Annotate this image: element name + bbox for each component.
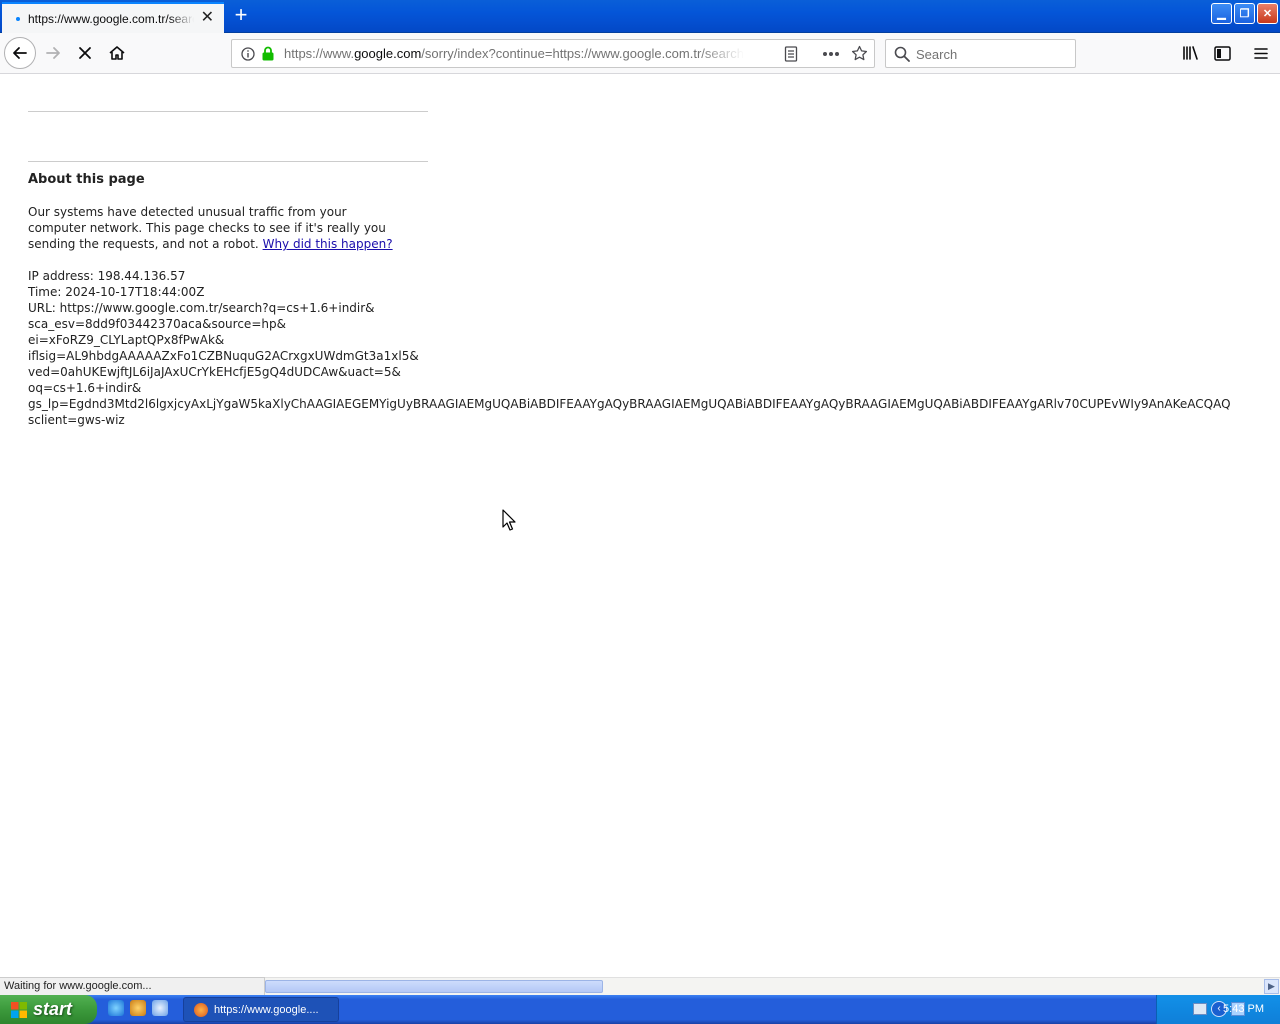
library-button[interactable] [1175, 37, 1207, 69]
page-content: About this page Our systems have detecte… [0, 74, 1280, 977]
url-line: ved=0ahUKEwjftJL6iJaJAxUCrYkEHcfjE5gQ4dU… [28, 365, 401, 379]
request-info: IP address: 198.44.136.57 Time: 2024-10-… [28, 268, 1231, 428]
url-bar[interactable]: https://www.google.com/sorry/index?conti… [231, 39, 875, 68]
status-bar: Waiting for www.google.com... [0, 977, 265, 995]
tab-title: https://www.google.com.tr/search?q=cs+1.… [28, 11, 194, 26]
show-desktop-icon[interactable] [152, 1000, 168, 1016]
clock: 5:43 PM [1223, 1003, 1264, 1015]
home-button[interactable] [101, 37, 133, 69]
lock-icon[interactable] [261, 46, 275, 61]
ip-address: IP address: 198.44.136.57 [28, 269, 186, 283]
request-time: Time: 2024-10-17T18:44:00Z [28, 285, 205, 299]
firefox-icon[interactable] [130, 1000, 146, 1016]
page-actions-icon[interactable] [822, 51, 840, 57]
home-icon [109, 46, 125, 60]
start-label: start [33, 999, 73, 1019]
minimize-button[interactable]: ▁ [1211, 3, 1232, 24]
search-bar[interactable] [885, 39, 1076, 68]
divider [28, 161, 428, 162]
system-tray: ‹ 5:43 PM [1156, 995, 1280, 1024]
url-line: oq=cs+1.6+indir& [28, 381, 142, 395]
library-icon [1183, 46, 1198, 60]
scrollbar-thumb[interactable] [265, 980, 603, 993]
restore-button[interactable]: ❐ [1234, 3, 1255, 24]
title-bar: https://www.google.com.tr/search?q=cs+1.… [0, 0, 1280, 33]
divider [28, 111, 428, 112]
info-icon[interactable] [241, 47, 255, 61]
url-text[interactable]: https://www.google.com/sorry/index?conti… [284, 46, 744, 61]
scroll-right-arrow-icon[interactable]: ▶ [1264, 979, 1279, 994]
reader-view-icon[interactable] [784, 46, 798, 62]
firefox-icon [194, 1002, 208, 1017]
sidebar-toggle-button[interactable] [1206, 37, 1238, 69]
sidebar-icon [1213, 45, 1231, 61]
forward-button[interactable] [37, 37, 69, 69]
about-title: About this page [28, 172, 145, 187]
bookmark-star-icon[interactable] [851, 45, 868, 62]
url-line: URL: https://www.google.com.tr/search?q=… [28, 301, 375, 315]
url-host: google.com [354, 46, 422, 61]
url-path: /sorry/index?continue=https://www.google… [421, 46, 744, 61]
url-line: ei=xFoRZ9_CLYLaptQPx8fPwAk& [28, 333, 225, 347]
why-did-this-happen-link[interactable]: Why did this happen? [263, 237, 393, 251]
search-input[interactable] [916, 45, 1066, 63]
search-icon [894, 46, 910, 62]
stop-button[interactable] [69, 37, 101, 69]
tab-google-search[interactable]: https://www.google.com.tr/search?q=cs+1.… [2, 2, 224, 33]
quick-launch [108, 1000, 168, 1016]
url-line: sclient=gws-wiz [28, 413, 125, 427]
url-line: sca_esv=8dd9f03442370aca&source=hp& [28, 317, 286, 331]
hamburger-menu-icon [1254, 47, 1268, 59]
close-window-button[interactable]: ✕ [1257, 3, 1278, 24]
url-line: iflsig=AL9hbdgAAAAAZxFo1CZBNuquG2ACrxgxU… [28, 349, 419, 363]
stop-icon [79, 47, 91, 59]
keyboard-icon[interactable] [1193, 1003, 1207, 1015]
new-tab-button[interactable]: + [231, 4, 251, 26]
url-prefix: https://www. [284, 46, 355, 61]
internet-explorer-icon[interactable] [108, 1000, 124, 1016]
close-tab-icon[interactable]: ✕ [201, 10, 214, 26]
mouse-cursor-icon [502, 509, 516, 531]
windows-logo-icon [11, 1001, 27, 1018]
menu-button[interactable] [1245, 37, 1277, 69]
forward-arrow-icon [46, 47, 60, 59]
navigation-toolbar: https://www.google.com/sorry/index?conti… [0, 33, 1280, 74]
loading-dot-icon [16, 16, 20, 21]
taskbar-item-browser[interactable]: https://www.google.... [183, 997, 339, 1022]
back-arrow-icon [13, 47, 27, 59]
url-line: gs_lp=Egdnd3Mtd2l6lgxjcyAxLjYgaW5kaXlyCh… [28, 397, 1231, 411]
taskbar-item-label: https://www.google.... [214, 1003, 319, 1016]
taskbar: start https://www.google.... ‹ 5:43 PM [0, 995, 1280, 1024]
back-button[interactable] [4, 37, 36, 69]
horizontal-scrollbar[interactable]: ▶ [265, 977, 1280, 995]
window-controls: ▁ ❐ ✕ [1211, 3, 1278, 24]
start-button[interactable]: start [0, 995, 97, 1024]
about-description: Our systems have detected unusual traffi… [28, 204, 398, 252]
